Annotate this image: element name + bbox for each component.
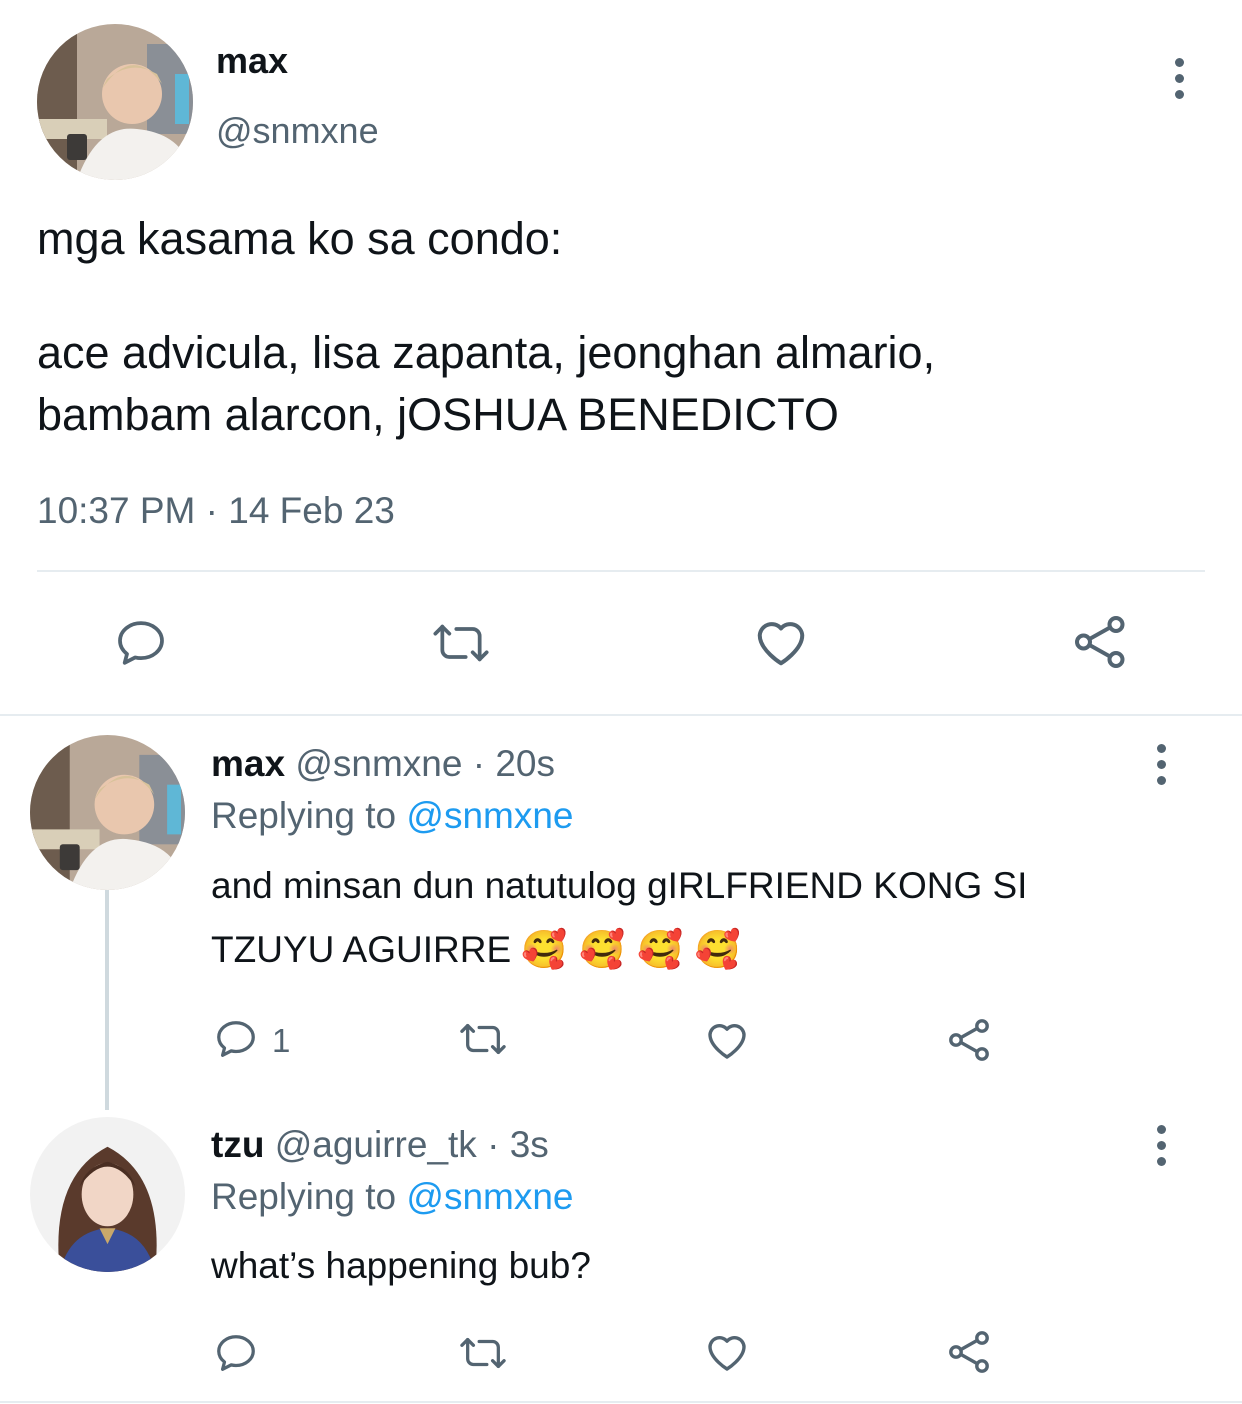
reply-2-replying-handle[interactable]: @snmxne [406, 1176, 573, 1217]
reply-2-retweet-icon[interactable] [455, 1330, 511, 1376]
reply-1-share-icon[interactable] [945, 1016, 995, 1064]
reply-1-handle-time[interactable]: @snmxne · 20s [295, 743, 555, 784]
thread-connector-line [105, 890, 109, 1110]
reply-2-like-icon[interactable] [702, 1328, 752, 1376]
reply-2-avatar[interactable] [30, 1117, 185, 1272]
main-tweet-text-line1: mga kasama ko sa condo: [37, 213, 563, 264]
reply-2-share-icon[interactable] [945, 1328, 995, 1376]
reply-1-avatar[interactable] [30, 735, 185, 890]
reply-2-handle-time[interactable]: @aguirre_tk · 3s [275, 1124, 549, 1165]
main-tweet-more-icon[interactable] [1171, 58, 1187, 99]
reply-1-replying-to: Replying to @snmxne [211, 795, 574, 837]
reply-2-replying-to: Replying to @snmxne [211, 1176, 574, 1218]
reply-1-replying-prefix: Replying to [211, 795, 397, 836]
reply-2-reply-icon[interactable] [212, 1330, 260, 1376]
reply-1-emojis: 🥰 🥰 🥰 🥰 [521, 928, 741, 971]
main-tweet-author-name[interactable]: max [216, 40, 288, 82]
reply-1-reply-icon[interactable] [212, 1016, 260, 1062]
main-tweet-handle[interactable]: @snmxne [216, 110, 379, 152]
main-tweet-text-line3: bambam alarcon, jOSHUA BENEDICTO [37, 389, 839, 440]
reply-1-more-icon[interactable] [1153, 744, 1169, 785]
reply-1-replying-handle[interactable]: @snmxne [406, 795, 573, 836]
reply-1-like-icon[interactable] [702, 1016, 752, 1064]
main-tweet-divider [37, 570, 1205, 572]
reply-1-text-line2: TZUYU AGUIRRE [211, 929, 512, 970]
thread-divider [0, 714, 1242, 716]
reply-1-author-name[interactable]: max [211, 743, 285, 784]
main-tweet-text-line2: ace advicula, lisa zapanta, jeonghan alm… [37, 327, 936, 378]
reply-1-retweet-icon[interactable] [455, 1016, 511, 1062]
main-tweet-avatar[interactable] [37, 24, 193, 180]
reply-2-author-name[interactable]: tzu [211, 1124, 264, 1165]
retweet-icon[interactable] [428, 615, 494, 671]
reply-1-header: max @snmxne · 20s [211, 743, 555, 785]
reply-2-replying-prefix: Replying to [211, 1176, 397, 1217]
bottom-divider [0, 1401, 1242, 1403]
reply-1-reply-count: 1 [272, 1022, 291, 1059]
reply-1-text-line1: and minsan dun natutulog gIRLFRIEND KONG… [211, 865, 1028, 906]
like-icon[interactable] [750, 612, 812, 672]
reply-1-text-line2-wrap: TZUYU AGUIRRE 🥰 🥰 🥰 🥰 [211, 928, 741, 972]
reply-2-more-icon[interactable] [1153, 1125, 1169, 1166]
reply-2-header: tzu @aguirre_tk · 3s [211, 1124, 549, 1166]
reply-icon[interactable] [112, 615, 170, 671]
reply-2-text-line1: what’s happening bub? [211, 1245, 591, 1286]
main-tweet-timestamp[interactable]: 10:37 PM · 14 Feb 23 [37, 490, 395, 532]
share-icon[interactable] [1070, 612, 1132, 672]
